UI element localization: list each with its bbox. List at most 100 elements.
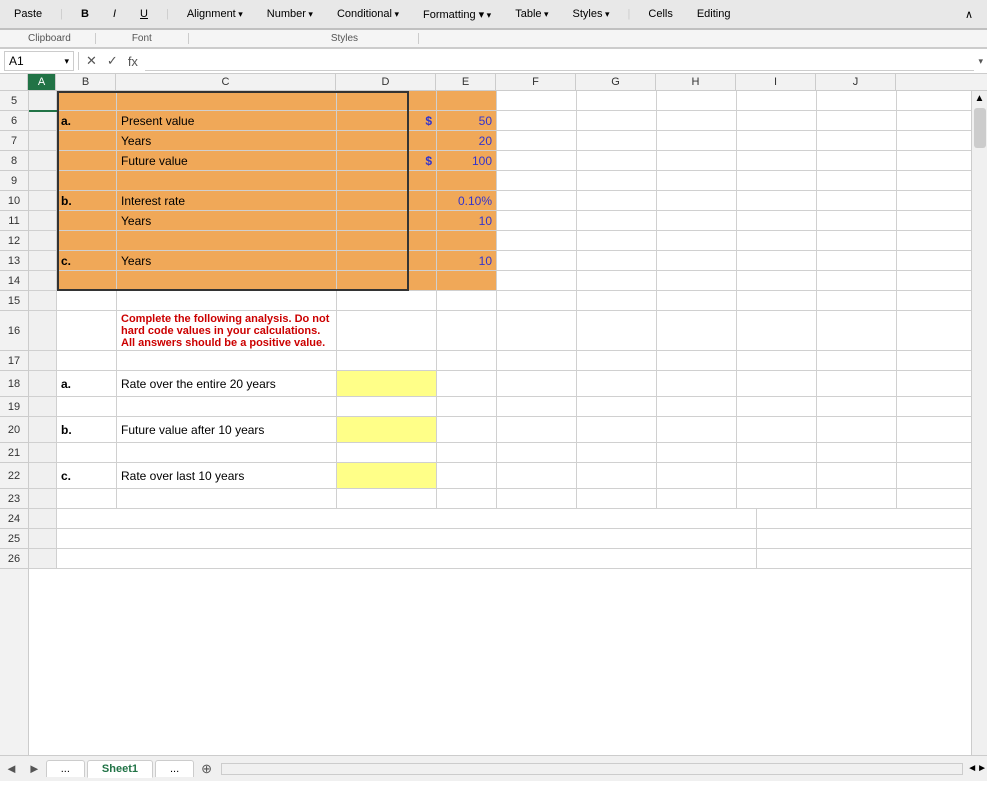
cell-r17-g[interactable] bbox=[577, 351, 657, 370]
cell-r20-g[interactable] bbox=[577, 417, 657, 442]
cell-r5-a[interactable] bbox=[29, 91, 57, 110]
cell-r16-d[interactable] bbox=[337, 311, 437, 350]
cell-r8-b[interactable] bbox=[57, 151, 117, 170]
cell-r15-f[interactable] bbox=[497, 291, 577, 310]
cell-r23-b[interactable] bbox=[57, 489, 117, 508]
cell-r6-g[interactable] bbox=[577, 111, 657, 130]
cell-r23-h[interactable] bbox=[657, 489, 737, 508]
cell-r10-a[interactable] bbox=[29, 191, 57, 210]
cell-r14-c[interactable] bbox=[117, 271, 337, 290]
cell-r18-c[interactable]: Rate over the entire 20 years bbox=[117, 371, 337, 396]
cell-r19-i[interactable] bbox=[737, 397, 817, 416]
cell-r16-a[interactable] bbox=[29, 311, 57, 350]
cell-r5-j[interactable] bbox=[817, 91, 897, 110]
cell-r22-g[interactable] bbox=[577, 463, 657, 488]
cell-r14-h[interactable] bbox=[657, 271, 737, 290]
cell-r8-f[interactable] bbox=[497, 151, 577, 170]
cell-r7-g[interactable] bbox=[577, 131, 657, 150]
cell-r16-i[interactable] bbox=[737, 311, 817, 350]
cell-r15-c[interactable] bbox=[117, 291, 337, 310]
formula-input[interactable] bbox=[145, 52, 975, 71]
cell-r11-i[interactable] bbox=[737, 211, 817, 230]
cell-r6-b[interactable]: a. bbox=[57, 111, 117, 130]
cell-r19-e[interactable] bbox=[437, 397, 497, 416]
cell-r17-i[interactable] bbox=[737, 351, 817, 370]
ribbon-alignment-btn[interactable]: Alignment bbox=[181, 6, 249, 22]
cell-r13-j[interactable] bbox=[817, 251, 897, 270]
cell-r8-a[interactable] bbox=[29, 151, 57, 170]
cell-r22-c[interactable]: Rate over last 10 years bbox=[117, 463, 337, 488]
cell-r7-c[interactable]: Years bbox=[117, 131, 337, 150]
cell-r5-i[interactable] bbox=[737, 91, 817, 110]
cell-r20-h[interactable] bbox=[657, 417, 737, 442]
cell-r22-f[interactable] bbox=[497, 463, 577, 488]
cell-r9-f[interactable] bbox=[497, 171, 577, 190]
cell-r20-b[interactable]: b. bbox=[57, 417, 117, 442]
cell-r12-c[interactable] bbox=[117, 231, 337, 250]
cell-r18-e[interactable] bbox=[437, 371, 497, 396]
cell-r19-b[interactable] bbox=[57, 397, 117, 416]
cell-r18-j[interactable] bbox=[817, 371, 897, 396]
cell-r8-c[interactable]: Future value bbox=[117, 151, 337, 170]
cell-r11-f[interactable] bbox=[497, 211, 577, 230]
cell-r10-j[interactable] bbox=[817, 191, 897, 210]
cell-r15-h[interactable] bbox=[657, 291, 737, 310]
cell-r6-d[interactable]: $ bbox=[337, 111, 437, 130]
cell-r8-i[interactable] bbox=[737, 151, 817, 170]
cell-r6-i[interactable] bbox=[737, 111, 817, 130]
cell-r20-a[interactable] bbox=[29, 417, 57, 442]
cell-r12-b[interactable] bbox=[57, 231, 117, 250]
cell-r8-e[interactable]: 100 bbox=[437, 151, 497, 170]
cell-r11-j[interactable] bbox=[817, 211, 897, 230]
cell-r6-h[interactable] bbox=[657, 111, 737, 130]
cell-r23-j[interactable] bbox=[817, 489, 897, 508]
cell-r18-i[interactable] bbox=[737, 371, 817, 396]
cell-r25-rest[interactable] bbox=[57, 529, 757, 548]
cell-r12-a[interactable] bbox=[29, 231, 57, 250]
cell-r19-d[interactable] bbox=[337, 397, 437, 416]
cell-r7-a[interactable] bbox=[29, 131, 57, 150]
cell-r21-j[interactable] bbox=[817, 443, 897, 462]
col-header-i[interactable]: I bbox=[736, 74, 816, 90]
ribbon-number-btn[interactable]: Number bbox=[261, 6, 319, 22]
cell-r21-e[interactable] bbox=[437, 443, 497, 462]
cell-r21-c[interactable] bbox=[117, 443, 337, 462]
cell-r5-h[interactable] bbox=[657, 91, 737, 110]
ribbon-underline-btn[interactable]: U bbox=[134, 6, 154, 22]
cell-r21-a[interactable] bbox=[29, 443, 57, 462]
cell-r15-b[interactable] bbox=[57, 291, 117, 310]
cell-r19-f[interactable] bbox=[497, 397, 577, 416]
cell-r23-i[interactable] bbox=[737, 489, 817, 508]
cell-r18-f[interactable] bbox=[497, 371, 577, 396]
cell-r14-a[interactable] bbox=[29, 271, 57, 290]
cell-r10-d[interactable] bbox=[337, 191, 437, 210]
cell-r13-h[interactable] bbox=[657, 251, 737, 270]
cell-r5-d[interactable] bbox=[337, 91, 437, 110]
cell-r10-h[interactable] bbox=[657, 191, 737, 210]
cell-r13-f[interactable] bbox=[497, 251, 577, 270]
cell-r23-e[interactable] bbox=[437, 489, 497, 508]
function-icon[interactable]: fx bbox=[125, 53, 141, 70]
col-header-j[interactable]: J bbox=[816, 74, 896, 90]
cell-r5-g[interactable] bbox=[577, 91, 657, 110]
cell-r19-a[interactable] bbox=[29, 397, 57, 416]
cell-r26-rest[interactable] bbox=[57, 549, 757, 568]
cell-r13-i[interactable] bbox=[737, 251, 817, 270]
cell-r14-g[interactable] bbox=[577, 271, 657, 290]
ribbon-paste-btn[interactable]: Paste bbox=[8, 6, 48, 22]
sheet-next-btn[interactable]: ► bbox=[23, 761, 46, 776]
cell-r9-g[interactable] bbox=[577, 171, 657, 190]
cell-r8-g[interactable] bbox=[577, 151, 657, 170]
cell-r15-g[interactable] bbox=[577, 291, 657, 310]
h-scrollbar[interactable] bbox=[221, 763, 963, 775]
cell-r11-d[interactable] bbox=[337, 211, 437, 230]
cell-r9-j[interactable] bbox=[817, 171, 897, 190]
cell-r16-g[interactable] bbox=[577, 311, 657, 350]
col-header-e[interactable]: E bbox=[436, 74, 496, 90]
cell-r21-b[interactable] bbox=[57, 443, 117, 462]
cell-r9-h[interactable] bbox=[657, 171, 737, 190]
cell-r15-a[interactable] bbox=[29, 291, 57, 310]
ribbon-italic-btn[interactable]: I bbox=[107, 6, 122, 22]
cell-r14-f[interactable] bbox=[497, 271, 577, 290]
cell-r13-c[interactable]: Years bbox=[117, 251, 337, 270]
